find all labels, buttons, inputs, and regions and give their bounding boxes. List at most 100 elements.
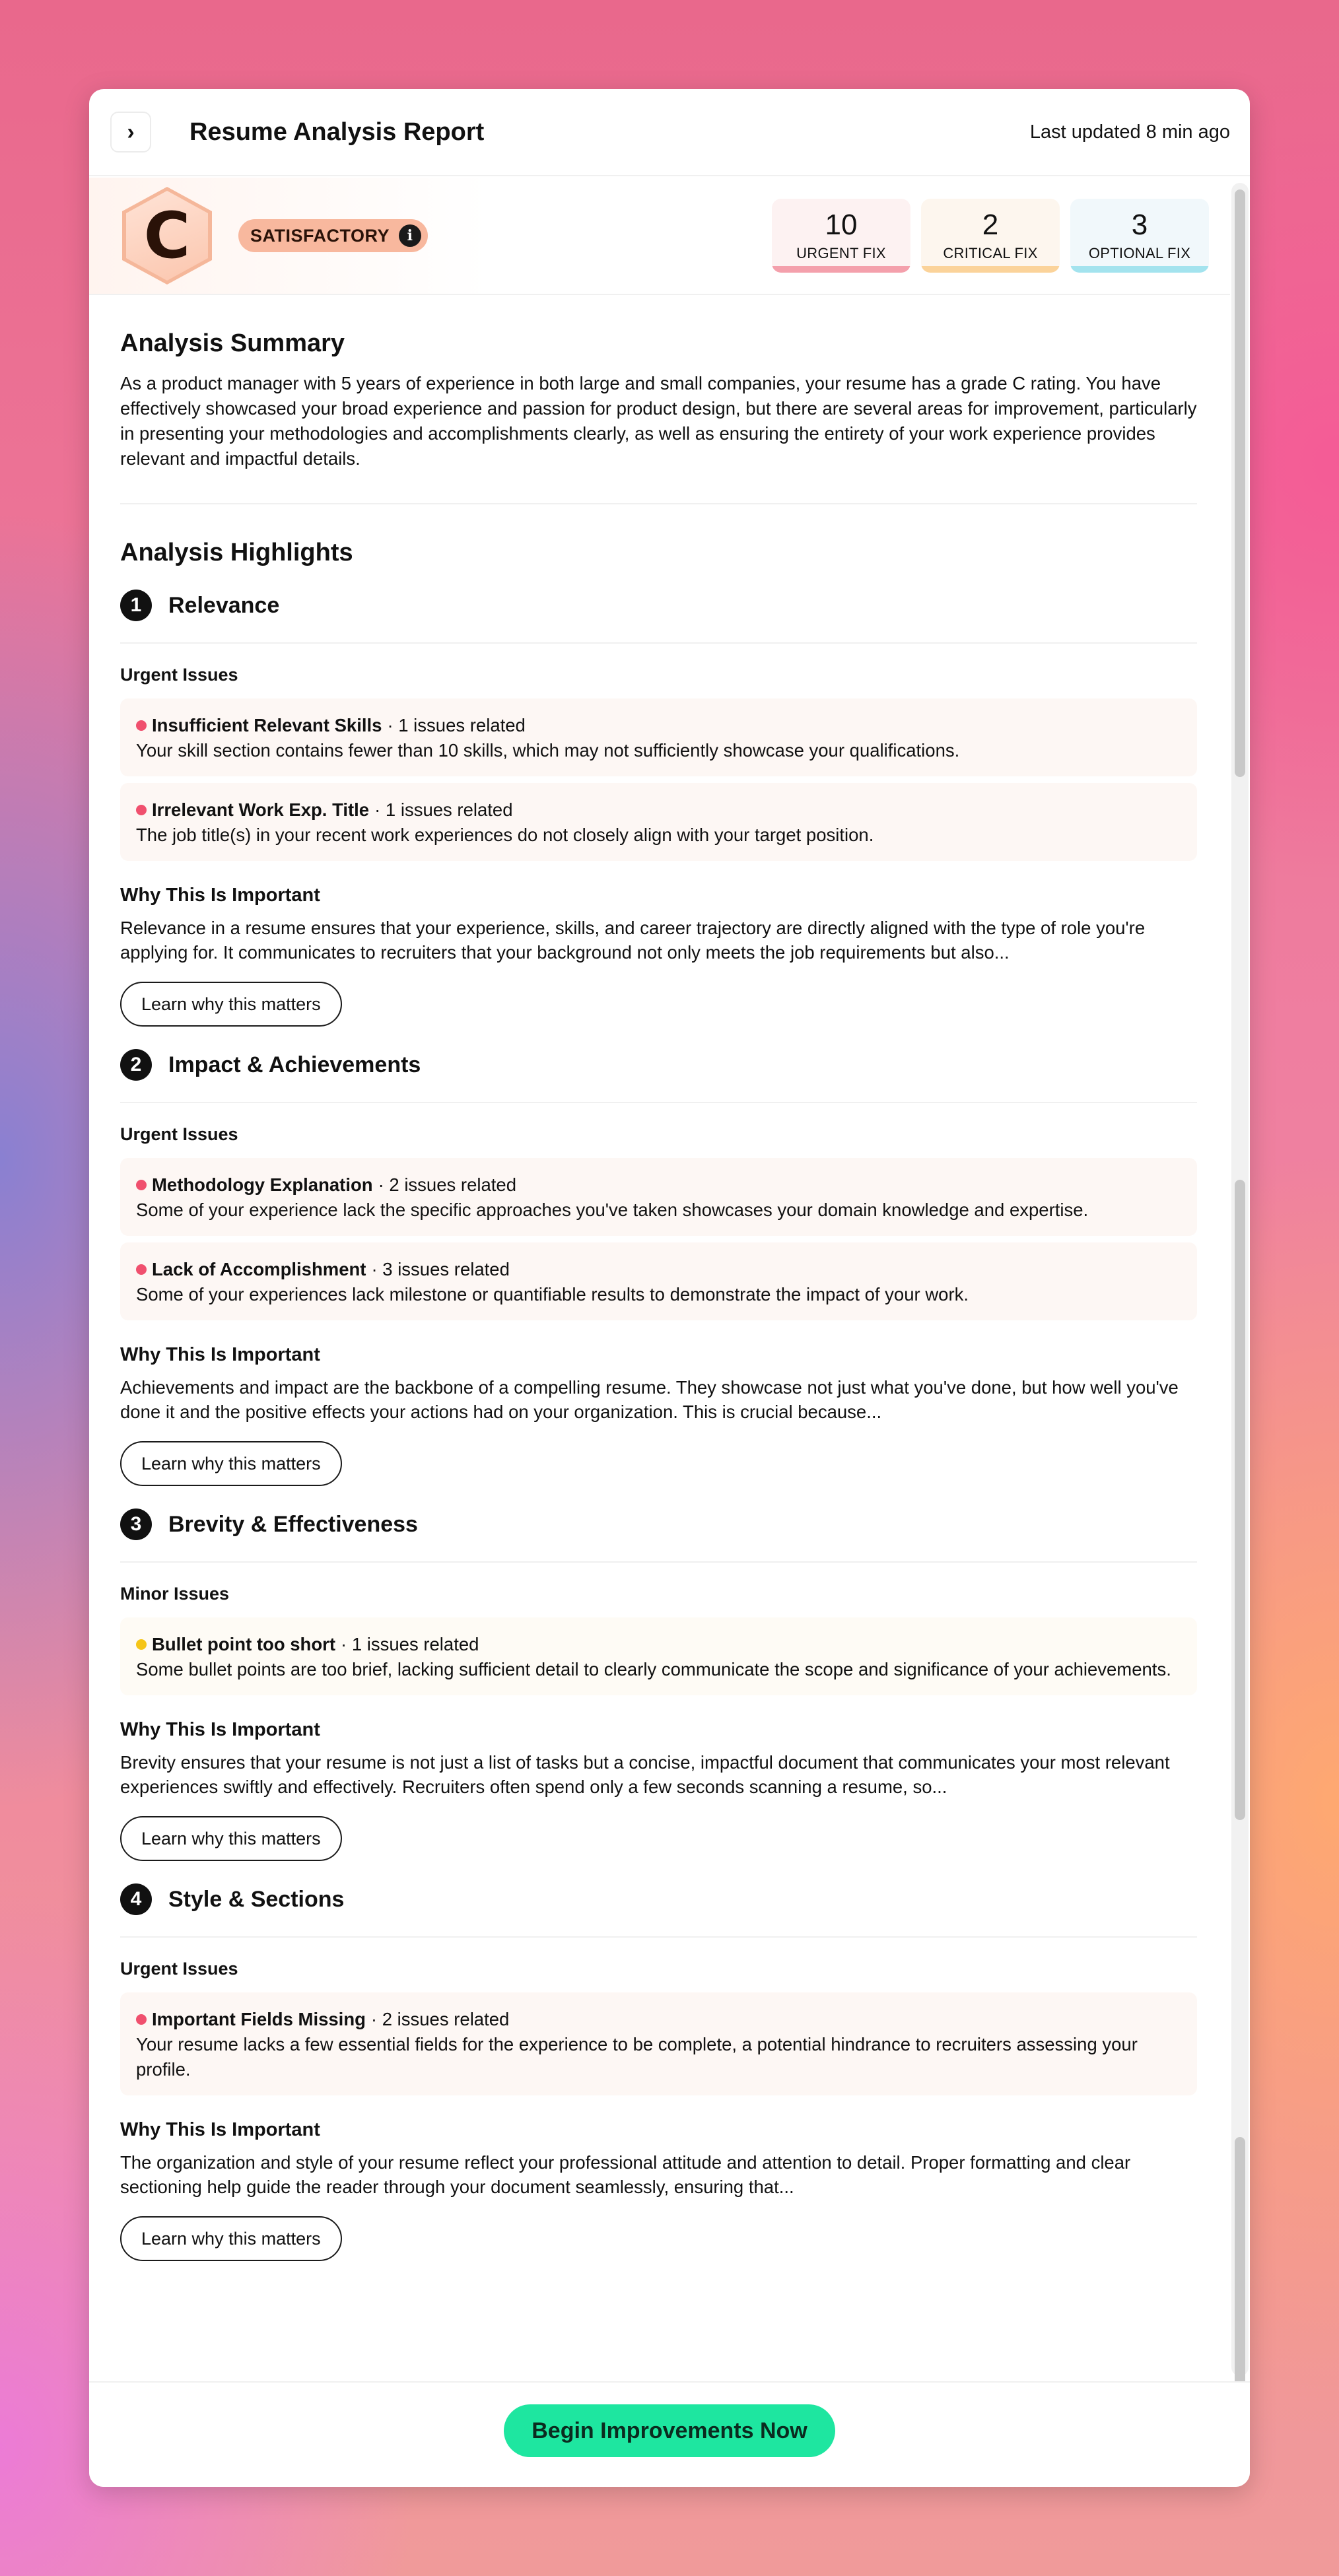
scrollbar[interactable]: [1231, 183, 1249, 2460]
topic-title: Brevity & Effectiveness: [168, 1511, 418, 1537]
topic-number: 3: [120, 1508, 152, 1540]
issue-card[interactable]: Bullet point too short · 1 issues relate…: [120, 1617, 1197, 1695]
report-header: › Resume Analysis Report Last updated 8 …: [89, 89, 1250, 176]
divider: [120, 1102, 1197, 1103]
summary-title: Analysis Summary: [120, 329, 345, 357]
issues-label: Minor Issues: [120, 1584, 230, 1604]
grade-bar: C SATISFACTORY i 10 URGENT FIX 2 CRITICA…: [89, 178, 1230, 295]
issue-description: Some of your experience lack the specifi…: [136, 1200, 1089, 1220]
topic-number: 4: [120, 1883, 152, 1915]
issues-label: Urgent Issues: [120, 1124, 238, 1144]
learn-why-button[interactable]: Learn why this matters: [120, 1816, 342, 1861]
why-title: Why This Is Important: [120, 1719, 320, 1740]
fix-counts: 10 URGENT FIX 2 CRITICAL FIX 3 OPTIONAL …: [772, 199, 1209, 273]
issue-card[interactable]: Lack of Accomplishment · 3 issues relate…: [120, 1242, 1197, 1320]
why-title: Why This Is Important: [120, 1344, 320, 1365]
issue-description: Your skill section contains fewer than 1…: [136, 740, 960, 761]
grade-status-label: SATISFACTORY: [250, 225, 390, 246]
topic-style: 4 Style & Sections Urgent Issues Importa…: [120, 1883, 1197, 2261]
page-title: Resume Analysis Report: [189, 118, 485, 146]
issue-card[interactable]: Insufficient Relevant Skills · 1 issues …: [120, 698, 1197, 776]
why-text: Brevity ensures that your resume is not …: [120, 1752, 1170, 1797]
scrollbar-thumb[interactable]: [1235, 189, 1245, 777]
issue-count: · 2 issues related: [370, 2009, 510, 2029]
count-stripe: [1070, 266, 1209, 273]
begin-improvements-button[interactable]: Begin Improvements Now: [504, 2404, 835, 2457]
learn-why-button[interactable]: Learn why this matters: [120, 982, 342, 1027]
info-icon[interactable]: i: [399, 224, 422, 247]
highlights-title: Analysis Highlights: [120, 539, 353, 566]
issue-description: Some bullet points are too brief, lackin…: [136, 1659, 1171, 1679]
count-value: 2: [982, 208, 999, 241]
count-value: 3: [1131, 208, 1148, 241]
issue-count: · 1 issues related: [341, 1634, 479, 1654]
issue-name: Insufficient Relevant Skills: [152, 715, 382, 735]
topic-header: 3 Brevity & Effectiveness: [120, 1508, 1197, 1540]
grade-hexagon: C: [122, 187, 212, 285]
topic-relevance: 1 Relevance Urgent Issues Insufficient R…: [120, 590, 1197, 1027]
optional-fix-count: 3 OPTIONAL FIX: [1070, 199, 1209, 273]
topic-header: 4 Style & Sections: [120, 1883, 1197, 1915]
issue-name: Important Fields Missing: [152, 2009, 366, 2029]
topic-brevity: 3 Brevity & Effectiveness Minor Issues B…: [120, 1508, 1197, 1861]
minor-dot-icon: [136, 1639, 147, 1650]
grade-letter: C: [126, 191, 208, 281]
scrollbar-thumb[interactable]: [1235, 1180, 1245, 1820]
why-text: Relevance in a resume ensures that your …: [120, 918, 1146, 963]
issues-label: Urgent Issues: [120, 1959, 238, 1979]
issue-card[interactable]: Important Fields Missing · 2 issues rela…: [120, 1992, 1197, 2095]
topic-impact: 2 Impact & Achievements Urgent Issues Me…: [120, 1049, 1197, 1486]
topic-title: Style & Sections: [168, 1886, 345, 1912]
topic-header: 2 Impact & Achievements: [120, 1049, 1197, 1081]
issue-count: · 1 issues related: [374, 799, 513, 820]
chevron-right-icon[interactable]: ›: [110, 112, 151, 153]
issue-count: · 1 issues related: [387, 715, 526, 735]
issue-count: · 2 issues related: [378, 1174, 516, 1195]
issues-label: Urgent Issues: [120, 665, 238, 685]
issue-card[interactable]: Irrelevant Work Exp. Title · 1 issues re…: [120, 783, 1197, 861]
urgent-dot-icon: [136, 720, 147, 731]
why-text: The organization and style of your resum…: [120, 2152, 1131, 2197]
issue-description: Your resume lacks a few essential fields…: [136, 2034, 1138, 2080]
critical-fix-count: 2 CRITICAL FIX: [921, 199, 1060, 273]
report-scroll-area[interactable]: C SATISFACTORY i 10 URGENT FIX 2 CRITICA…: [89, 178, 1250, 2460]
count-label: OPTIONAL FIX: [1088, 245, 1191, 262]
issue-card[interactable]: Methodology Explanation · 2 issues relat…: [120, 1158, 1197, 1236]
summary-text: As a product manager with 5 years of exp…: [120, 373, 1197, 469]
why-title: Why This Is Important: [120, 885, 320, 906]
issue-name: Lack of Accomplishment: [152, 1259, 366, 1279]
learn-why-button[interactable]: Learn why this matters: [120, 2216, 342, 2261]
last-updated-text: Last updated 8 min ago: [1029, 121, 1230, 143]
issue-count: · 3 issues related: [371, 1259, 510, 1279]
urgent-dot-icon: [136, 2014, 147, 2025]
report-panel: › Resume Analysis Report Last updated 8 …: [89, 89, 1250, 2487]
urgent-dot-icon: [136, 805, 147, 815]
learn-why-button[interactable]: Learn why this matters: [120, 1441, 342, 1486]
urgent-fix-count: 10 URGENT FIX: [772, 199, 910, 273]
count-value: 10: [825, 208, 858, 241]
urgent-dot-icon: [136, 1180, 147, 1190]
topic-header: 1 Relevance: [120, 590, 1197, 621]
report-content: Analysis Summary As a product manager wi…: [89, 329, 1250, 2261]
count-stripe: [772, 266, 910, 273]
urgent-dot-icon: [136, 1264, 147, 1275]
count-stripe: [921, 266, 1060, 273]
issue-description: Some of your experiences lack milestone …: [136, 1284, 969, 1305]
divider: [120, 503, 1197, 504]
divider: [120, 1936, 1197, 1938]
footer-bar: Begin Improvements Now: [89, 2381, 1250, 2487]
issue-description: The job title(s) in your recent work exp…: [136, 825, 874, 845]
count-label: URGENT FIX: [796, 245, 886, 262]
issue-name: Methodology Explanation: [152, 1174, 373, 1195]
count-label: CRITICAL FIX: [943, 245, 1038, 262]
topic-number: 2: [120, 1049, 152, 1081]
why-text: Achievements and impact are the backbone…: [120, 1377, 1179, 1422]
topic-number: 1: [120, 590, 152, 621]
issue-name: Irrelevant Work Exp. Title: [152, 799, 370, 820]
grade-status-badge: SATISFACTORY i: [238, 219, 429, 252]
divider: [120, 642, 1197, 644]
topic-title: Relevance: [168, 592, 280, 618]
topic-title: Impact & Achievements: [168, 1052, 421, 1077]
divider: [120, 1561, 1197, 1563]
issue-name: Bullet point too short: [152, 1634, 336, 1654]
